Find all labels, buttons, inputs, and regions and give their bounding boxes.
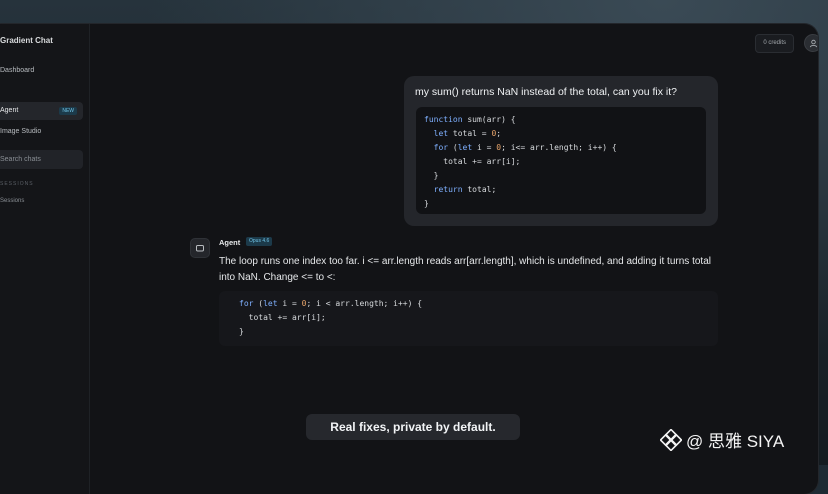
agent-code-block: for (let i = 0; i < arr.length; i++) { t… <box>219 291 718 346</box>
diamond-logo-icon <box>660 428 682 451</box>
watermark: @ 思雅 SIYA <box>660 427 784 452</box>
app-title: Gradient Chat <box>0 36 53 45</box>
user-code-block: function sum(arr) { let total = 0; for (… <box>416 107 706 214</box>
sidebar-item-image-studio[interactable]: Image Studio <box>0 123 83 141</box>
watermark-text: @ 思雅 SIYA <box>686 432 785 451</box>
user-avatar[interactable] <box>804 34 818 52</box>
sessions-section-label: SESSIONS <box>0 181 34 187</box>
caption-banner: Real fixes, private by default. <box>306 414 520 440</box>
session-item[interactable]: Sessions <box>0 198 24 204</box>
sidebar-item-agent[interactable]: Agent NEW <box>0 102 83 120</box>
credits-button[interactable]: 0 credits <box>755 34 794 53</box>
agent-message-text: The loop runs one index too far. i <= ar… <box>219 256 711 283</box>
agent-code: for (let i = 0; i < arr.length; i++) { t… <box>239 299 423 336</box>
user-message-text: my sum() returns NaN instead of the tota… <box>415 86 678 98</box>
model-badge: Opus 4.6 <box>246 237 273 246</box>
search-chats-input[interactable]: Search chats <box>0 150 83 169</box>
user-message: my sum() returns NaN instead of the tota… <box>404 76 718 226</box>
robot-icon <box>196 245 204 252</box>
agent-name: Agent <box>219 238 241 247</box>
sidebar-item-2[interactable] <box>0 81 83 99</box>
agent-avatar-icon <box>190 238 210 258</box>
user-code: function sum(arr) { let total = 0; for (… <box>424 115 617 208</box>
new-badge: NEW <box>59 107 77 115</box>
sidebar: Gradient Chat Dashboard Agent NEW Image … <box>0 24 90 494</box>
sidebar-item-dashboard[interactable]: Dashboard <box>0 62 83 80</box>
user-icon <box>809 39 817 47</box>
